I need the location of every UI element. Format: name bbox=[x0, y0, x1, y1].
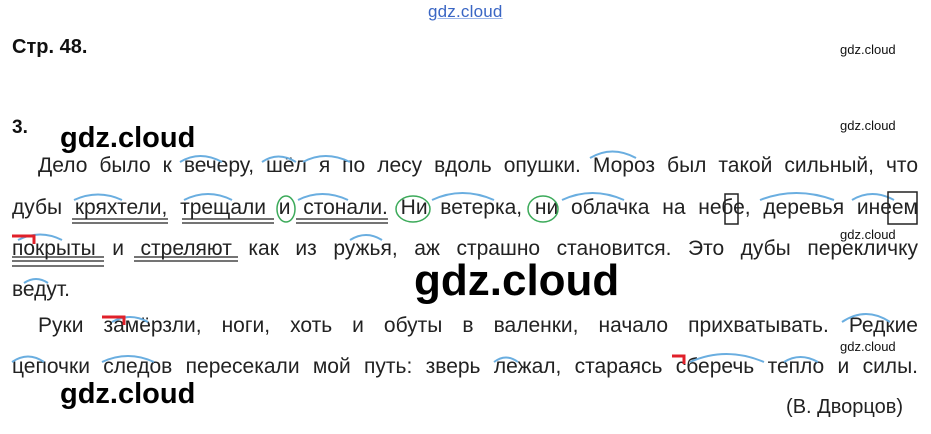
watermark-big: gdz.cloud bbox=[60, 378, 196, 410]
watermark-big: gdz.cloud bbox=[60, 122, 196, 154]
author-attribution: (В. Дворцов) bbox=[786, 396, 903, 418]
watermark-top: gdz.cloud bbox=[428, 2, 503, 21]
exercise-number: 3. bbox=[12, 117, 28, 138]
watermark-small: gdz.cloud bbox=[840, 42, 896, 57]
text-line: цепочки следов пересекали мой путь: звер… bbox=[12, 355, 918, 378]
text-line: ведут. bbox=[12, 278, 71, 301]
page-heading: Стр. 48. bbox=[12, 36, 88, 58]
text-line: дубы кряхтели, трещали и стонали. Ни вет… bbox=[12, 196, 918, 219]
text-line: Дело было к вечеру, шёл я по лесу вдоль … bbox=[38, 154, 918, 177]
watermark-small: gdz.cloud bbox=[840, 227, 896, 242]
watermark-small: gdz.cloud bbox=[840, 118, 896, 133]
watermark-small: gdz.cloud bbox=[840, 339, 896, 354]
text-line: Руки замёрзли, ноги, хоть и обуты в вале… bbox=[38, 314, 918, 337]
watermark-huge: gdz.cloud bbox=[414, 256, 620, 305]
